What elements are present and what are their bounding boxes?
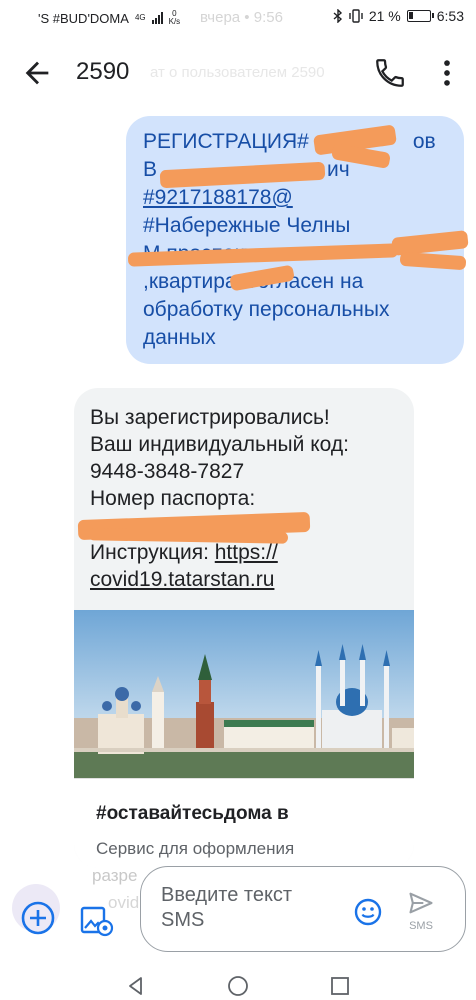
- call-button[interactable]: [373, 56, 407, 90]
- message-line-1-tail: ов: [412, 130, 436, 153]
- message-input[interactable]: Введите текст SMS SMS: [140, 866, 466, 952]
- gallery-button[interactable]: [78, 902, 114, 938]
- message-line: РЕГИСТРАЦИЯ# ов: [143, 128, 450, 156]
- carrier-label: 'S #BUD'DOMA: [38, 10, 129, 26]
- vibrate-icon: [349, 9, 363, 23]
- system-nav-bar: [0, 960, 476, 1000]
- link-preview-description: Сервис для оформления: [96, 839, 295, 858]
- data-speed-unit: K/s: [168, 17, 181, 26]
- instruction-link-part2[interactable]: covid19.tatarstan.ru: [90, 566, 349, 593]
- app-bar: 2590 ат о пользователем 2590: [0, 36, 476, 108]
- message-input-placeholder: Введите текст SMS: [161, 883, 341, 933]
- instruction-label: Инструкция:: [90, 541, 215, 564]
- arrow-back-icon: [25, 61, 49, 85]
- link-preview-card[interactable]: #оставайтесьдома в Сервис для оформления: [74, 778, 414, 868]
- emoji-button[interactable]: [353, 897, 383, 927]
- send-button[interactable]: SMS: [401, 889, 441, 935]
- send-icon: [409, 892, 433, 914]
- add-attachment-button[interactable]: [20, 900, 56, 936]
- status-left: 'S #BUD'DOMA 4G 0 K/s: [38, 10, 180, 26]
- nav-home-icon[interactable]: [226, 974, 250, 998]
- phone-icon: [376, 59, 404, 87]
- incoming-message-bubble[interactable]: Вы зарегистрировались! Ваш индивидуальны…: [74, 388, 414, 868]
- more-button[interactable]: [430, 56, 464, 90]
- emoji-icon: [354, 898, 382, 926]
- status-right: 21 % 6:53: [333, 8, 464, 24]
- nav-recents-icon[interactable]: [328, 974, 352, 998]
- nav-back-icon[interactable]: [124, 974, 148, 998]
- message-line-8: данных: [143, 326, 216, 349]
- instruction-line: Инструкция: https://: [90, 539, 349, 566]
- plus-circle-icon: [21, 901, 55, 935]
- more-vert-icon: [444, 60, 450, 86]
- message-line: Ваш индивидуальный код:: [90, 433, 349, 456]
- phone-hashtag-link[interactable]: #9217188178@: [143, 184, 450, 212]
- battery-percent: 21 %: [368, 8, 401, 24]
- link-preview-title: #оставайтесьдома в: [96, 803, 289, 824]
- incoming-message-text: Вы зарегистрировались! Ваш индивидуальны…: [90, 404, 349, 593]
- conversation-title: 2590: [76, 58, 130, 85]
- data-speed: 0 K/s: [169, 10, 181, 26]
- back-button[interactable]: [20, 56, 54, 90]
- clock: 6:53: [436, 8, 464, 24]
- send-label: SMS: [409, 920, 433, 932]
- instruction-link-part1[interactable]: https://: [215, 541, 278, 564]
- faded-subtitle: ат о пользователем 2590: [150, 64, 325, 81]
- link-preview-image[interactable]: [74, 610, 414, 778]
- status-bar: 'S #BUD'DOMA 4G 0 K/s вчера • 9:56 21 % …: [0, 0, 476, 36]
- bluetooth-icon: [333, 9, 342, 23]
- faded-scroll-text: разре: [92, 866, 138, 885]
- message-line-1: РЕГИСТРАЦИЯ#: [143, 130, 309, 153]
- signal-icon: [151, 12, 163, 24]
- faded-time: вчера • 9:56: [200, 9, 283, 26]
- message-line-6: ,квартира Согласен на: [143, 270, 364, 293]
- message-line-2: В: [143, 158, 158, 181]
- message-line: Вы зарегистрировались!: [90, 406, 330, 429]
- battery-icon: [406, 10, 434, 22]
- placeholder-line-1: Введите текст: [161, 884, 293, 906]
- registration-code: 9448-3848-7827: [90, 460, 245, 483]
- gallery-icon: [80, 906, 114, 937]
- network-indicator: 4G: [135, 14, 146, 22]
- message-line-7: обработку персональных: [143, 298, 390, 321]
- message-line: Номер паспорта:: [90, 487, 256, 510]
- placeholder-line-2: SMS: [161, 909, 205, 931]
- network-type: 4G: [134, 13, 146, 22]
